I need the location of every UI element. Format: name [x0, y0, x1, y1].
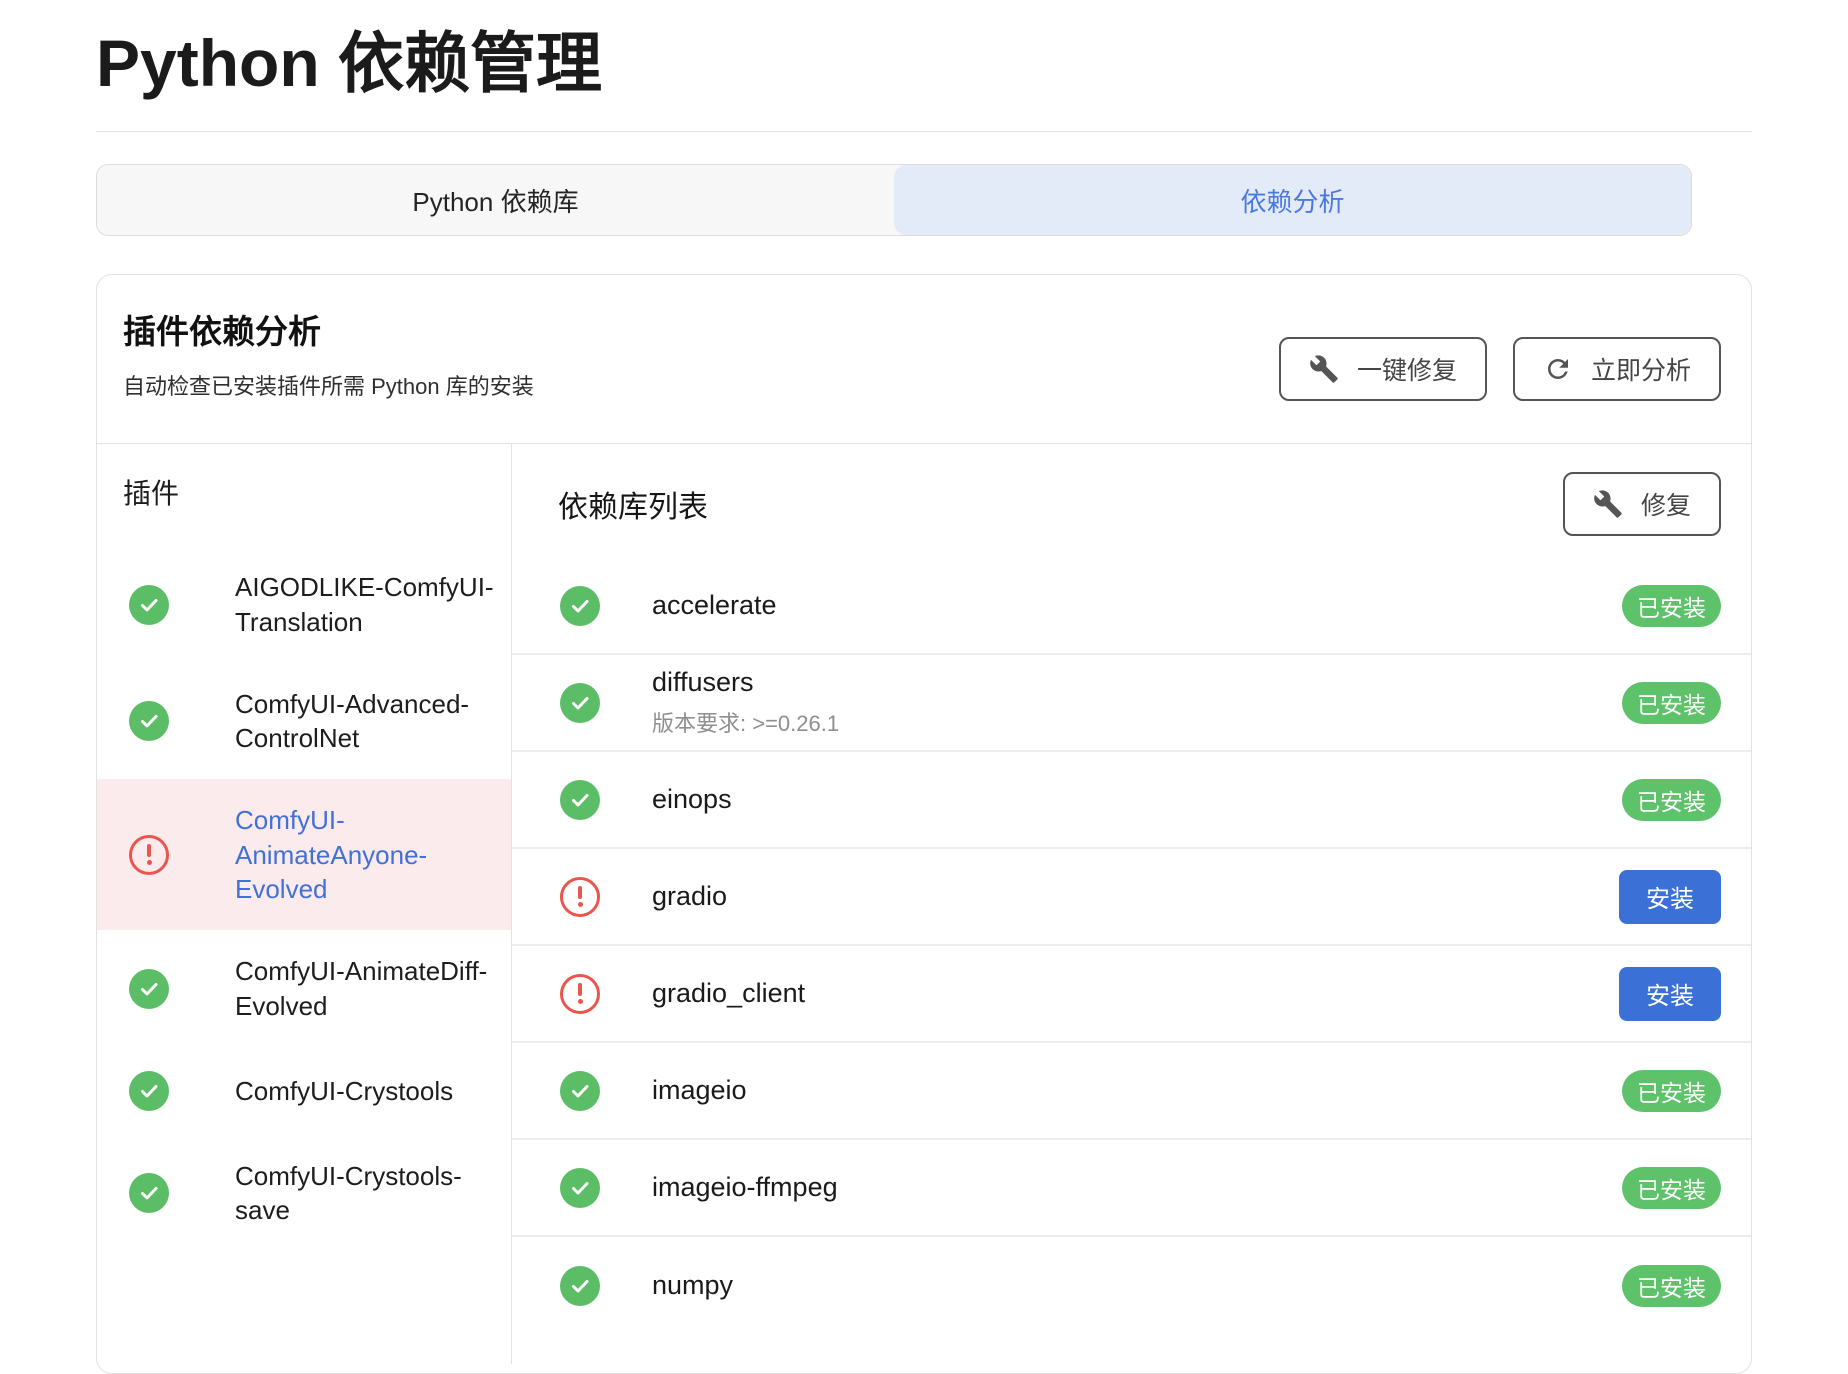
- dep-info: imageio-ffmpeg: [652, 1172, 838, 1203]
- fix-label: 修复: [1641, 486, 1691, 522]
- analyze-now-label: 立即分析: [1591, 351, 1691, 387]
- install-button[interactable]: 安装: [1619, 967, 1721, 1021]
- plugin-list: AIGODLIKE-ComfyUI-Translation ComfyUI-Ad…: [97, 546, 511, 1251]
- wrench-icon: [1309, 354, 1339, 384]
- fix-button[interactable]: 修复: [1563, 472, 1721, 536]
- dep-name: gradio_client: [652, 978, 805, 1009]
- error-icon: [560, 877, 600, 917]
- check-icon: [560, 1168, 600, 1208]
- dep-row: accelerate 已安装: [512, 558, 1751, 655]
- tab-bar: Python 依赖库 依赖分析: [96, 164, 1692, 236]
- page-title: Python 依赖管理: [96, 24, 1752, 103]
- plugin-list-item[interactable]: ComfyUI-Crystools-save: [97, 1135, 511, 1252]
- wrench-icon: [1593, 489, 1623, 519]
- card-header: 插件依赖分析 自动检查已安装插件所需 Python 库的安装 一键修复 立即分析: [97, 275, 1751, 444]
- dep-row: imageio-ffmpeg 已安装: [512, 1140, 1751, 1237]
- plugin-name: AIGODLIKE-ComfyUI-Translation: [235, 570, 495, 639]
- dep-name: numpy: [652, 1270, 733, 1301]
- header-actions: 一键修复 立即分析: [1279, 337, 1721, 401]
- deps-header: 依赖库列表 修复: [512, 444, 1751, 558]
- dep-name: imageio-ffmpeg: [652, 1172, 838, 1203]
- analysis-card: 插件依赖分析 自动检查已安装插件所需 Python 库的安装 一键修复 立即分析…: [96, 274, 1752, 1374]
- page-container: Python 依赖管理 Python 依赖库 依赖分析 插件依赖分析 自动检查已…: [0, 24, 1848, 1374]
- check-icon: [129, 701, 169, 741]
- installed-badge: 已安装: [1622, 1167, 1721, 1209]
- dep-row: diffusers 版本要求: >=0.26.1 已安装: [512, 655, 1751, 752]
- dep-name: imageio: [652, 1075, 747, 1106]
- check-icon: [129, 1071, 169, 1111]
- plugin-name: ComfyUI-Crystools: [235, 1074, 453, 1108]
- installed-badge: 已安装: [1622, 1070, 1721, 1112]
- check-icon: [560, 1266, 600, 1306]
- dep-row: gradio_client 安装: [512, 946, 1751, 1043]
- check-icon: [560, 586, 600, 626]
- plugin-list-item[interactable]: ComfyUI-Advanced-ControlNet: [97, 663, 511, 780]
- panel-subtitle: 自动检查已安装插件所需 Python 库的安装: [123, 369, 534, 401]
- installed-badge: 已安装: [1622, 585, 1721, 627]
- title-divider: [96, 131, 1752, 132]
- plugin-name: ComfyUI-Crystools-save: [235, 1159, 495, 1228]
- dep-row: numpy 已安装: [512, 1237, 1751, 1334]
- panel-title: 插件依赖分析: [123, 305, 534, 353]
- error-icon: [129, 835, 169, 875]
- dep-row: einops 已安装: [512, 752, 1751, 849]
- install-button[interactable]: 安装: [1619, 870, 1721, 924]
- check-icon: [129, 585, 169, 625]
- error-icon: [560, 974, 600, 1014]
- analyze-now-button[interactable]: 立即分析: [1513, 337, 1721, 401]
- installed-badge: 已安装: [1622, 779, 1721, 821]
- dep-name: accelerate: [652, 590, 777, 621]
- installed-badge: 已安装: [1622, 682, 1721, 724]
- refresh-icon: [1543, 354, 1573, 384]
- plugin-list-item[interactable]: ComfyUI-AnimateAnyone-Evolved: [97, 779, 511, 930]
- dep-info: numpy: [652, 1270, 733, 1301]
- dep-row: imageio 已安装: [512, 1043, 1751, 1140]
- plugin-list-item[interactable]: ComfyUI-AnimateDiff-Evolved: [97, 930, 511, 1047]
- tab-python-deps[interactable]: Python 依赖库: [97, 165, 894, 235]
- dep-info: diffusers 版本要求: >=0.26.1: [652, 667, 839, 738]
- check-icon: [129, 1173, 169, 1213]
- installed-badge: 已安装: [1622, 1265, 1721, 1307]
- dep-info: gradio: [652, 881, 727, 912]
- dep-version-requirement: 版本要求: >=0.26.1: [652, 706, 839, 738]
- plugin-list-item[interactable]: AIGODLIKE-ComfyUI-Translation: [97, 546, 511, 663]
- dep-info: gradio_client: [652, 978, 805, 1009]
- card-body: 插件 AIGODLIKE-ComfyUI-Translation ComfyUI…: [97, 444, 1751, 1364]
- tab-dependency-analysis[interactable]: 依赖分析: [894, 165, 1691, 235]
- deps-list-title: 依赖库列表: [558, 482, 708, 526]
- check-icon: [560, 1071, 600, 1111]
- check-icon: [129, 969, 169, 1009]
- plugin-sidebar: 插件 AIGODLIKE-ComfyUI-Translation ComfyUI…: [97, 444, 512, 1364]
- deps-panel: 依赖库列表 修复 accelerate 已安装 diffusers 版本要求:: [512, 444, 1751, 1364]
- check-icon: [560, 780, 600, 820]
- plugin-name: ComfyUI-AnimateDiff-Evolved: [235, 954, 495, 1023]
- dep-name: diffusers: [652, 667, 839, 698]
- dep-name: gradio: [652, 881, 727, 912]
- dependency-list: accelerate 已安装 diffusers 版本要求: >=0.26.1 …: [512, 558, 1751, 1334]
- fix-all-label: 一键修复: [1357, 351, 1457, 387]
- fix-all-button[interactable]: 一键修复: [1279, 337, 1487, 401]
- dep-info: accelerate: [652, 590, 777, 621]
- sidebar-header: 插件: [123, 472, 511, 512]
- dep-row: gradio 安装: [512, 849, 1751, 946]
- plugin-name: ComfyUI-AnimateAnyone-Evolved: [235, 803, 495, 906]
- dep-name: einops: [652, 784, 732, 815]
- dep-info: einops: [652, 784, 732, 815]
- plugin-name: ComfyUI-Advanced-ControlNet: [235, 687, 495, 756]
- plugin-list-item[interactable]: ComfyUI-Crystools: [97, 1047, 511, 1135]
- check-icon: [560, 683, 600, 723]
- dep-info: imageio: [652, 1075, 747, 1106]
- card-header-text: 插件依赖分析 自动检查已安装插件所需 Python 库的安装: [123, 305, 534, 401]
